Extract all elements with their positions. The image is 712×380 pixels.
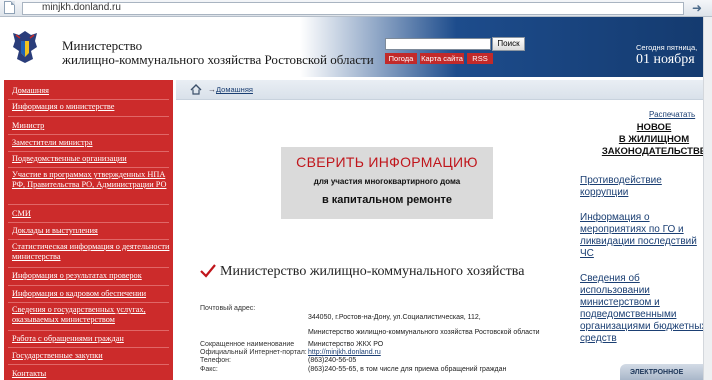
postal-value: 344050, г.Ростов-на-Дону, ул.Социалистич… (308, 314, 481, 321)
banner-line3: в капитальном ремонте (321, 194, 453, 206)
divider (8, 99, 169, 100)
print-link[interactable]: Распечатать (649, 110, 695, 119)
vertical-scrollbar[interactable] (703, 17, 712, 380)
electronic-box-label: ЭЛЕКТРОННОЕ (630, 369, 684, 376)
sidebar-item-procurement[interactable]: Государственные закупки (12, 351, 170, 361)
short-name-value: Министерство ЖКХ РО (308, 341, 384, 348)
checkmark-icon (200, 264, 216, 278)
postal-label: Почтовый адрес: (200, 305, 256, 312)
phone-value: (863)240-56-05 (308, 357, 357, 364)
divider (8, 302, 169, 303)
divider (8, 285, 169, 286)
sidebar-item-inspections[interactable]: Информация о результатах проверок (12, 271, 170, 281)
site-label: Официальный Интернет-портал: (200, 349, 307, 356)
breadcrumb-home-link[interactable]: Домашняя (216, 85, 253, 94)
civil-defense-link[interactable]: Информация о мероприятиях по ГО и ликвид… (580, 212, 710, 260)
go-arrow-icon[interactable]: ➜ (690, 1, 704, 15)
address-url[interactable]: minjkh.donland.ru (42, 2, 121, 13)
coat-of-arms-icon (13, 31, 37, 63)
sidebar-item-contacts[interactable]: Контакты (12, 369, 170, 379)
site-link[interactable]: http://minjkh.donland.ru (308, 349, 381, 357)
divider (8, 364, 169, 365)
date-day: 01 ноября (636, 52, 695, 67)
news-heading-line3: ЗАКОНОДАТЕЛЬСТВЕ (601, 146, 707, 157)
news-heading-line2: В ЖИЛИЩНОМ (618, 134, 690, 145)
sidebar-item-appeals[interactable]: Работа с обращениями граждан (12, 334, 170, 344)
banner-line2: для участия многоквартирного дома (313, 177, 461, 186)
page-icon (4, 1, 15, 14)
budget-usage-link[interactable]: Сведения об использовании министерством … (580, 273, 710, 345)
ministry-title-line1: Министерство (62, 38, 143, 53)
weather-link[interactable]: Погода (385, 53, 417, 64)
postal-value-2: Министерство жилищно-коммунального хозяй… (308, 329, 540, 336)
section-title: Министерство жилищно-коммунального хозяй… (220, 264, 525, 279)
sidebar-item-media[interactable]: СМИ (12, 209, 170, 219)
divider (8, 167, 169, 168)
breadcrumb: → Домашняя (176, 80, 712, 100)
address-field[interactable] (22, 2, 684, 15)
date-weekday: Сегодня пятница, (636, 43, 698, 52)
browser-address-bar: minjkh.donland.ru ➜ (0, 0, 712, 17)
divider (8, 239, 169, 240)
electronic-box[interactable]: ЭЛЕКТРОННОЕ (620, 364, 712, 380)
fax-value: (863)240-55-65, в том числе для приема о… (308, 366, 507, 373)
phone-label: Телефон: (200, 357, 231, 364)
divider (8, 222, 169, 223)
sidebar-item-services[interactable]: Сведения о государственных услугах, оказ… (12, 305, 170, 325)
divider (8, 347, 169, 348)
rss-link[interactable]: RSS (467, 53, 493, 64)
sidebar-item-organizations[interactable]: Подведомственные организации (12, 154, 170, 164)
short-name-label: Сокращенное наименование (200, 341, 295, 348)
divider (8, 330, 169, 331)
home-icon[interactable] (190, 84, 202, 95)
sitemap-link[interactable]: Карта сайта (420, 53, 464, 64)
sidebar-item-minister[interactable]: Министр (12, 121, 170, 131)
divider (8, 267, 169, 268)
banner-line1: СВЕРИТЬ ИНФОРМАЦИЮ (296, 154, 478, 170)
ministry-title-line2: жилищно-коммунального хозяйства Ростовск… (62, 52, 374, 67)
fax-label: Факс: (200, 366, 218, 373)
search-input[interactable] (385, 38, 491, 50)
sidebar-item-about[interactable]: Информация о министерстве (12, 102, 170, 112)
divider (8, 116, 169, 117)
divider (8, 204, 169, 205)
sidebar-item-deputies[interactable]: Заместители министра (12, 138, 170, 148)
ministry-title[interactable]: Министерство жилищно-коммунального хозяй… (62, 39, 374, 67)
site-header: Министерство жилищно-коммунального хозяй… (0, 17, 712, 77)
sidebar-item-statistics[interactable]: Статистическая информация о деятельности… (12, 242, 170, 262)
new-legislation-link[interactable]: НОВОЕ В ЖИЛИЩНОМ ЗАКОНОДАТЕЛЬСТВЕ (600, 122, 708, 158)
divider (8, 151, 169, 152)
anti-corruption-link[interactable]: Противодействие коррупции (580, 175, 710, 199)
sidebar-item-reports[interactable]: Доклады и выступления (12, 226, 170, 236)
sidebar-item-staffing[interactable]: Информация о кадровом обеспечении (12, 289, 170, 299)
sidebar-item-programs[interactable]: Участие в программах утвержденных НПА РФ… (12, 170, 170, 190)
divider (8, 134, 169, 135)
capital-repair-banner[interactable]: СВЕРИТЬ ИНФОРМАЦИЮ для участия многоквар… (281, 147, 493, 219)
breadcrumb-separator: → (208, 85, 216, 94)
sidebar-nav: Домашняя Информация о министерстве Минис… (4, 80, 173, 380)
search-button[interactable]: Поиск (492, 37, 525, 51)
news-heading-line1: НОВОЕ (636, 122, 672, 133)
sidebar-item-home[interactable]: Домашняя (12, 86, 170, 96)
